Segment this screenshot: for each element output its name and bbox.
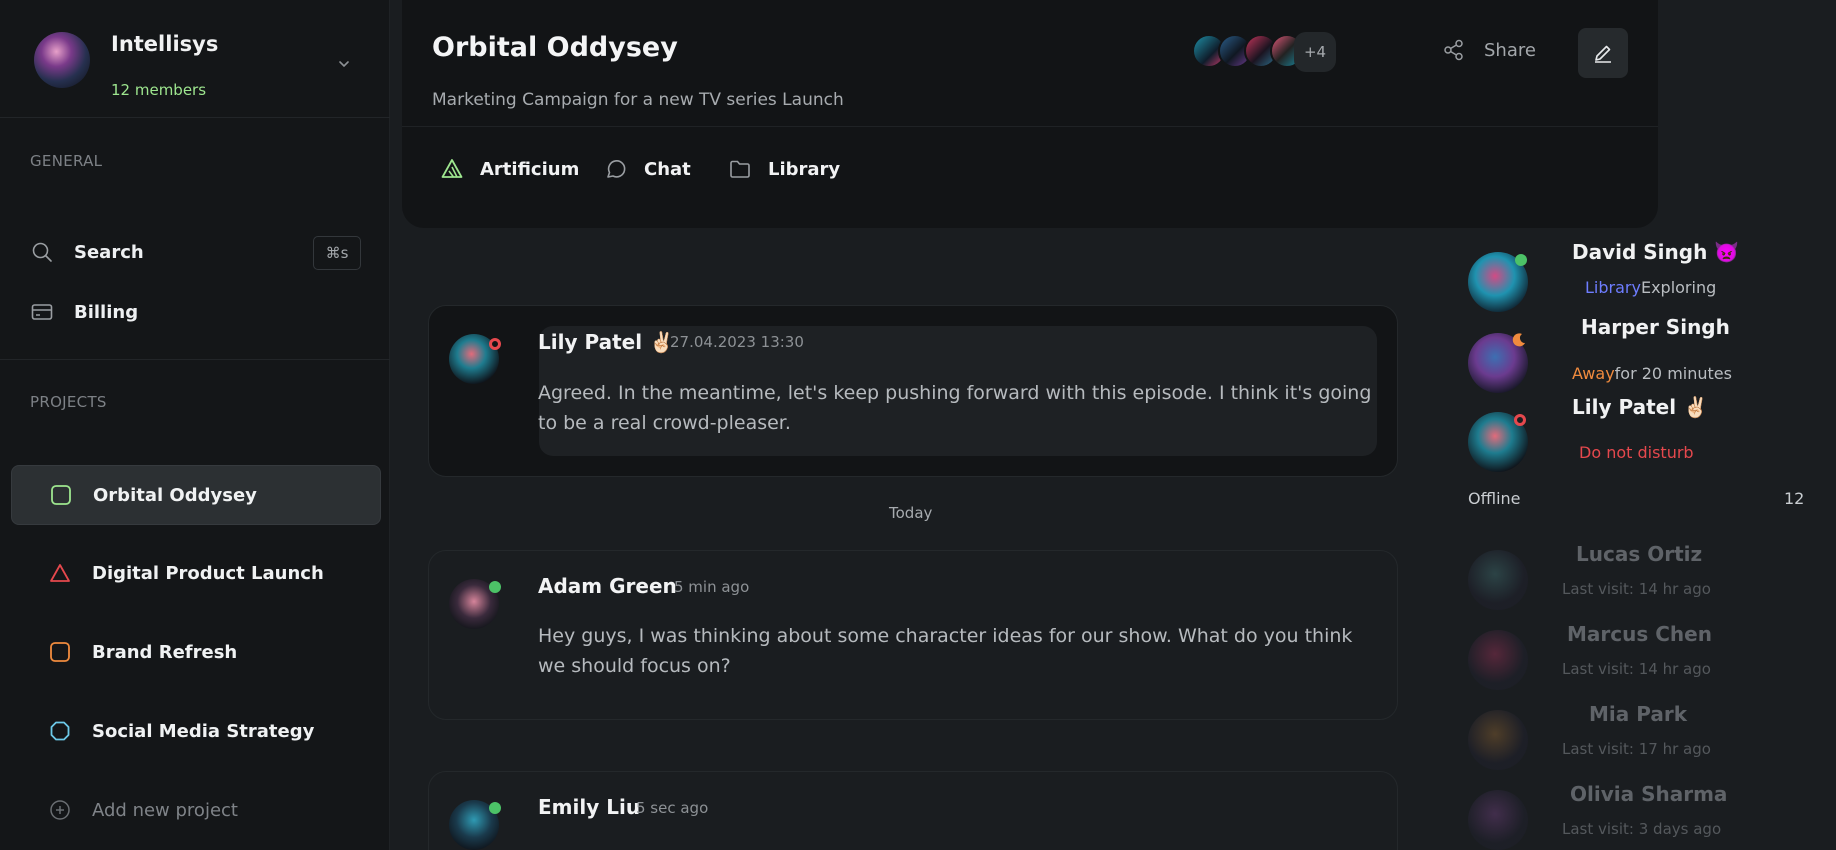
member-name: Marcus Chen xyxy=(1567,622,1712,646)
chat-bubble-icon xyxy=(607,160,626,178)
billing-label: Billing xyxy=(74,301,139,323)
chat-message: Emily Liu 5 sec ago xyxy=(428,771,1398,850)
member-status: Awayfor 20 minutes xyxy=(1572,364,1732,383)
search-icon xyxy=(32,242,52,262)
online-status-dot xyxy=(1515,254,1527,266)
tab-label: Artificium xyxy=(480,158,580,180)
project-item-orbital-oddysey[interactable]: Orbital Oddysey xyxy=(11,465,381,525)
projects-section-label: PROJECTS xyxy=(30,393,107,411)
status-text: Exploring xyxy=(1640,278,1717,297)
page-subtitle: Marketing Campaign for a new TV series L… xyxy=(432,90,844,110)
share-icon xyxy=(1444,39,1463,61)
chevron-down-icon[interactable] xyxy=(338,58,350,70)
credit-card-icon xyxy=(31,304,53,320)
tab-chat[interactable]: Chat xyxy=(604,157,691,181)
member-last-visit: Last visit: 17 hr ago xyxy=(1562,740,1711,758)
page-title: Orbital Oddysey xyxy=(432,32,678,63)
message-author: Adam Green xyxy=(538,574,677,598)
member-last-visit: Last visit: 14 hr ago xyxy=(1562,660,1711,678)
project-label: Orbital Oddysey xyxy=(93,484,257,506)
member-avatar-olivia-sharma[interactable] xyxy=(1468,790,1528,850)
tab-library[interactable]: Library xyxy=(728,157,840,181)
member-last-visit: Last visit: 14 hr ago xyxy=(1562,580,1711,598)
message-timestamp: 27.04.2023 13:30 xyxy=(670,333,804,351)
folder-icon xyxy=(730,160,750,178)
plus-circle-icon xyxy=(50,800,70,820)
message-text: Agreed. In the meantime, let's keep push… xyxy=(538,382,1372,434)
add-project-button[interactable]: Add new project xyxy=(11,780,381,840)
team-members-count: 12 members xyxy=(111,81,207,99)
project-label: Brand Refresh xyxy=(92,641,238,663)
member-status: LibraryExploring xyxy=(1585,278,1716,297)
share-label: Share xyxy=(1484,39,1536,61)
project-header: Orbital Oddysey Marketing Campaign for a… xyxy=(402,0,1658,228)
project-item-digital-product-launch[interactable]: Digital Product Launch xyxy=(11,543,381,603)
tab-label: Chat xyxy=(644,158,691,180)
square-icon xyxy=(51,485,71,505)
status-prefix: Away xyxy=(1572,364,1615,383)
offline-count: 12 xyxy=(1784,489,1805,508)
chat-message: Lily Patel ✌🏻 27.04.2023 13:30 Agreed. I… xyxy=(428,305,1398,477)
more-members-badge[interactable]: +4 xyxy=(1294,32,1336,72)
member-name: Mia Park xyxy=(1589,702,1687,726)
status-text: for 20 minutes xyxy=(1614,364,1732,383)
member-name: Harper Singh xyxy=(1581,315,1730,339)
square-icon xyxy=(50,642,70,662)
offline-section-label: Offline xyxy=(1468,489,1521,508)
status-prefix: Library xyxy=(1585,278,1641,297)
member-name: Lucas Ortiz xyxy=(1576,542,1703,566)
team-avatar xyxy=(34,32,90,88)
add-project-label: Add new project xyxy=(92,799,238,821)
message-timestamp: 5 sec ago xyxy=(636,799,709,817)
tab-artificium[interactable]: Artificium xyxy=(440,157,579,181)
pencil-icon xyxy=(1595,45,1611,63)
message-author: Lily Patel ✌🏻 xyxy=(538,330,674,354)
message-timestamp: 5 min ago xyxy=(674,578,750,596)
search-label: Search xyxy=(74,241,144,263)
chat-message: Adam Green 5 min ago Hey guys, I was thi… xyxy=(428,550,1398,720)
billing-nav-item[interactable]: Billing xyxy=(30,294,138,330)
moon-icon xyxy=(1512,333,1525,347)
member-status: Do not disturb xyxy=(1579,443,1694,462)
edit-button[interactable] xyxy=(1578,28,1628,78)
sidebar-divider xyxy=(0,359,390,360)
team-switcher[interactable]: Intellisys 12 members xyxy=(0,0,390,118)
artificium-icon xyxy=(441,159,463,178)
search-nav-item[interactable]: Search xyxy=(30,234,144,270)
member-last-visit: Last visit: 3 days ago xyxy=(1562,820,1722,838)
member-avatar-marcus-chen[interactable] xyxy=(1468,630,1528,690)
member-name: David Singh 👿 xyxy=(1572,240,1740,264)
share-button[interactable]: Share xyxy=(1442,38,1536,62)
team-name: Intellisys xyxy=(111,32,219,56)
dnd-status-dot xyxy=(1514,414,1526,426)
member-avatar-mia-park[interactable] xyxy=(1468,710,1528,770)
project-item-brand-refresh[interactable]: Brand Refresh xyxy=(11,622,381,682)
circle-icon xyxy=(50,721,70,741)
search-shortcut: ⌘s xyxy=(313,236,361,270)
message-author: Emily Liu xyxy=(538,795,641,819)
general-section-label: GENERAL xyxy=(30,152,103,170)
sidebar: Intellisys 12 members GENERAL Search ⌘s … xyxy=(0,0,390,850)
project-label: Social Media Strategy xyxy=(92,720,315,742)
header-divider xyxy=(402,126,1658,127)
day-divider: Today xyxy=(889,504,933,522)
project-label: Digital Product Launch xyxy=(92,562,324,584)
member-avatar-lucas-ortiz[interactable] xyxy=(1468,550,1528,610)
member-name: Olivia Sharma xyxy=(1570,782,1728,806)
triangle-icon xyxy=(50,564,70,582)
dnd-status-dot xyxy=(489,338,501,350)
online-status-dot xyxy=(489,802,501,814)
message-text: Hey guys, I was thinking about some char… xyxy=(538,625,1353,677)
project-item-social-media-strategy[interactable]: Social Media Strategy xyxy=(11,701,381,761)
member-name: Lily Patel ✌🏻 xyxy=(1572,395,1708,419)
online-status-dot xyxy=(489,581,501,593)
tab-label: Library xyxy=(768,158,841,180)
